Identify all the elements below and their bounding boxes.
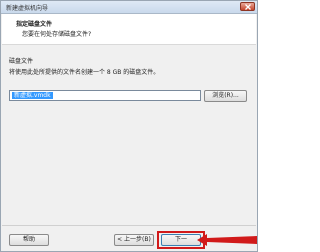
title-bar[interactable]: 新建虚拟机向导 — [1, 1, 257, 14]
wizard-window: 新建虚拟机向导 指定磁盘文件 您要在何处存储磁盘文件? 磁盘文件 将使用此处所提… — [0, 0, 258, 252]
help-button[interactable]: 帮助 — [9, 234, 49, 246]
back-button[interactable]: < 上一步(B) — [114, 234, 154, 246]
arrow-left-icon — [197, 234, 257, 246]
footer-divider — [2, 225, 256, 226]
page-subtitle: 您要在何处存储磁盘文件? — [22, 31, 92, 38]
disk-file-label: 磁盘文件 — [9, 58, 34, 65]
window-title: 新建虚拟机向导 — [6, 5, 49, 12]
wizard-header: 指定磁盘文件 您要在何处存储磁盘文件? — [2, 14, 256, 45]
disk-file-value: 新虚拟.vmdk — [12, 92, 53, 99]
disk-file-description: 将使用此处所提供的文件名创建一个 8 GB 的磁盘文件。 — [9, 69, 160, 76]
close-icon — [245, 4, 251, 10]
browse-button[interactable]: 浏览(R)... — [204, 90, 247, 102]
close-button[interactable] — [240, 2, 255, 11]
disk-file-input[interactable]: 新虚拟.vmdk — [9, 90, 201, 101]
page-title: 指定磁盘文件 — [16, 21, 53, 28]
